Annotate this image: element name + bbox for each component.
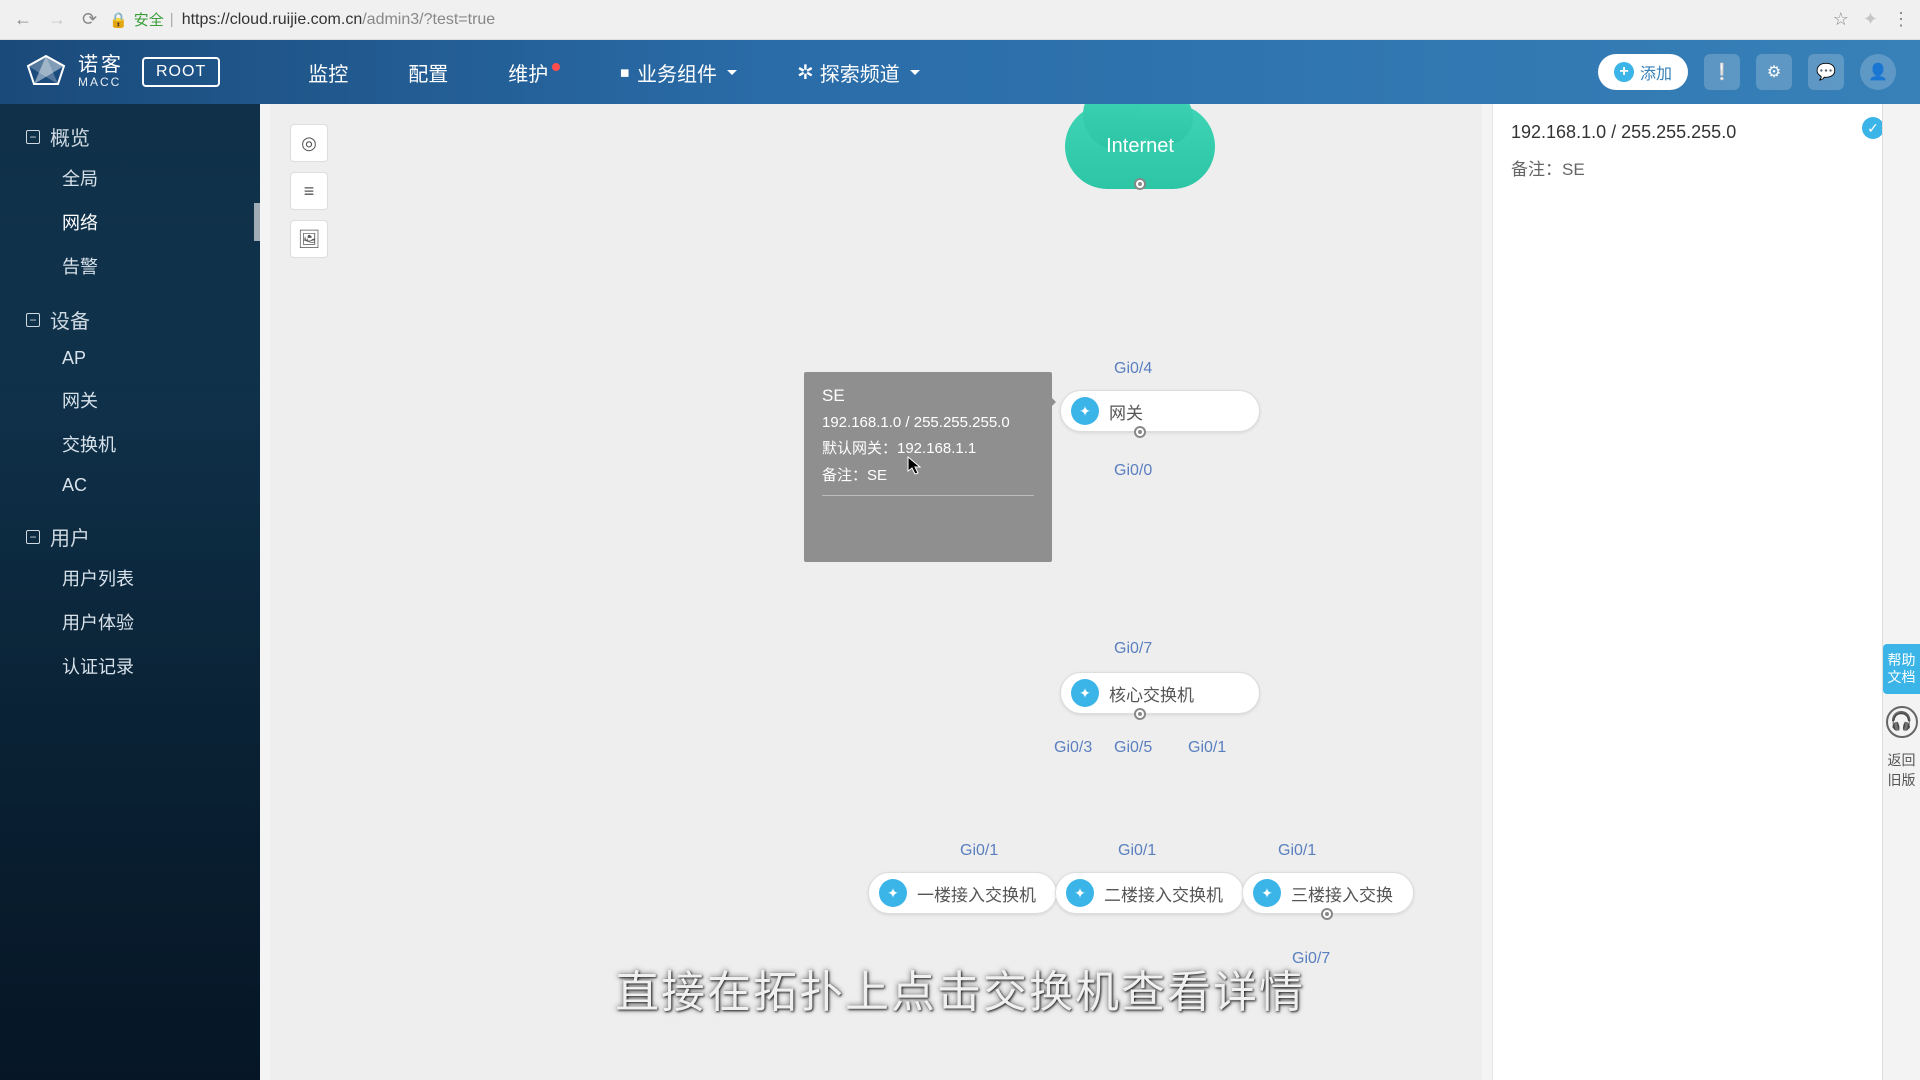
sidebar-item-userlist[interactable]: 用户列表	[62, 565, 260, 591]
topology-lines	[270, 104, 570, 254]
gateway-node[interactable]: ✦网关	[1060, 390, 1260, 432]
tooltip-ip: 192.168.1.0 / 255.255.255.0	[822, 414, 1034, 431]
brand-en: MACC	[78, 76, 124, 89]
port-label: Gi0/1	[1118, 842, 1156, 860]
nav-business[interactable]: ◆业务组件	[620, 58, 737, 87]
plus-icon: +	[1614, 62, 1634, 82]
sidebar-item-ac[interactable]: AC	[62, 475, 260, 496]
diamond-icon: ◆	[616, 62, 636, 82]
back-old-button[interactable]: 返回 旧版	[1883, 744, 1920, 796]
switch1-node[interactable]: ✦一楼接入交换机	[868, 872, 1057, 914]
sidebar-group-title[interactable]: −设备	[26, 305, 260, 334]
node-tooltip: SE 192.168.1.0 / 255.255.255.0 默认网关：192.…	[804, 372, 1052, 562]
url-host: https://cloud.ruijie.com.cn	[182, 11, 363, 28]
nav-explore[interactable]: ✲探索频道	[797, 58, 920, 87]
help-doc-button[interactable]: 帮助 文档	[1883, 644, 1920, 694]
avatar-icon[interactable]: 👤	[1860, 54, 1896, 90]
internet-node[interactable]: Internet	[1065, 104, 1215, 189]
nav-config[interactable]: 配置	[408, 58, 448, 87]
chevron-down-icon	[727, 70, 737, 80]
sidebar-item-switch[interactable]: 交换机	[62, 431, 260, 457]
extension-icon[interactable]: ✦	[1863, 9, 1878, 30]
port-label: Gi0/1	[960, 842, 998, 860]
core-switch-node[interactable]: ✦核心交换机	[1060, 672, 1260, 714]
sidebar-group-title[interactable]: −概览	[26, 122, 260, 151]
add-button[interactable]: +添加	[1598, 54, 1688, 90]
tooltip-gateway: 默认网关：192.168.1.1	[822, 437, 1034, 458]
logo-icon	[24, 54, 68, 90]
chevron-down-icon	[910, 70, 920, 80]
reload-icon[interactable]: ⟳	[78, 9, 101, 30]
port-label: Gi0/7	[1114, 640, 1152, 658]
collapse-icon: −	[26, 530, 40, 544]
nav-maintain[interactable]: 维护	[508, 58, 560, 87]
tooltip-title: SE	[822, 386, 1034, 406]
sidebar-group-overview: −概览 全局 网络 告警	[0, 122, 260, 279]
url-path: /admin3/?test=true	[362, 11, 495, 28]
secure-label: 安全	[134, 9, 164, 30]
tooltip-note: 备注：SE	[822, 464, 1034, 485]
topology-canvas[interactable]: ◎ ≡ 🖼 Internet Gi0/4 ✦网关 Gi0/0 Gi0/7 ✦核心…	[270, 104, 1482, 1080]
workspace: −概览 全局 网络 告警 −设备 AP 网关 交换机 AC −用户 用户列表 用…	[0, 104, 1920, 1080]
collapse-icon: −	[26, 313, 40, 327]
topnav: 诺客 MACC ROOT 监控 配置 维护 ◆业务组件 ✲探索频道 +添加 ❕ …	[0, 40, 1920, 104]
star-icon[interactable]: ☆	[1833, 9, 1849, 30]
support-icon[interactable]	[1886, 706, 1918, 738]
node-connector	[1134, 178, 1146, 190]
switch-icon: ✦	[1253, 879, 1281, 907]
sidebar-item-ap[interactable]: AP	[62, 348, 260, 369]
port-label: Gi0/3	[1054, 739, 1092, 757]
switch-icon: ✦	[1071, 679, 1099, 707]
sidebar-group-user: −用户 用户列表 用户体验 认证记录	[0, 522, 260, 679]
port-label: Gi0/0	[1114, 462, 1152, 480]
menu-icon[interactable]: ⋮	[1892, 9, 1910, 30]
lock-icon: 🔒	[109, 11, 128, 29]
node-connector	[1134, 426, 1146, 438]
nav-monitor[interactable]: 监控	[308, 58, 348, 87]
port-label: Gi0/4	[1114, 360, 1152, 378]
root-badge[interactable]: ROOT	[142, 57, 220, 87]
port-label: Gi0/1	[1188, 739, 1226, 757]
sidebar-item-ux[interactable]: 用户体验	[62, 609, 260, 635]
url-display[interactable]: https://cloud.ruijie.com.cn/admin3/?test…	[182, 11, 1825, 29]
forward-icon[interactable]: →	[44, 9, 70, 30]
back-icon[interactable]: ←	[10, 9, 36, 30]
brand-logo[interactable]: 诺客 MACC	[24, 54, 124, 90]
browser-bar: ← → ⟳ 🔒 安全 | https://cloud.ruijie.com.cn…	[0, 0, 1920, 40]
detail-ip: 192.168.1.0 / 255.255.255.0	[1511, 122, 1884, 143]
switch2-node[interactable]: ✦二楼接入交换机	[1055, 872, 1244, 914]
gear-icon[interactable]: ⚙	[1756, 54, 1792, 90]
sidebar-item-auth[interactable]: 认证记录	[62, 653, 260, 679]
alert-dot-icon	[552, 63, 560, 71]
port-label: Gi0/1	[1278, 842, 1316, 860]
secure-badge: 🔒 安全 |	[109, 9, 174, 30]
node-connector	[1321, 908, 1333, 920]
sidebar-item-gateway[interactable]: 网关	[62, 387, 260, 413]
sidebar-item-global[interactable]: 全局	[62, 165, 260, 191]
port-label: Gi0/5	[1114, 739, 1152, 757]
node-connector	[1134, 708, 1146, 720]
port-label: Gi0/7	[1292, 950, 1330, 968]
alert-icon[interactable]: ❕	[1704, 54, 1740, 90]
compass-icon: ✲	[797, 60, 814, 85]
sidebar-group-device: −设备 AP 网关 交换机 AC	[0, 305, 260, 496]
collapse-icon: −	[26, 130, 40, 144]
brand-cn: 诺客	[78, 55, 124, 76]
detail-panel: 192.168.1.0 / 255.255.255.0 ✓ 备注：SE	[1492, 104, 1902, 1080]
sidebar: −概览 全局 网络 告警 −设备 AP 网关 交换机 AC −用户 用户列表 用…	[0, 104, 260, 1080]
switch-icon: ✦	[879, 879, 907, 907]
chat-icon[interactable]: 💬	[1808, 54, 1844, 90]
canvas-wrap: ◎ ≡ 🖼 Internet Gi0/4 ✦网关 Gi0/0 Gi0/7 ✦核心…	[260, 104, 1920, 1080]
detail-note: 备注：SE	[1511, 155, 1884, 180]
gateway-icon: ✦	[1071, 397, 1099, 425]
right-rail: 帮助 文档 返回 旧版	[1882, 104, 1920, 1080]
check-icon[interactable]: ✓	[1862, 117, 1884, 139]
sidebar-group-title[interactable]: −用户	[26, 522, 260, 551]
cursor-icon	[907, 456, 921, 476]
switch-icon: ✦	[1066, 879, 1094, 907]
sidebar-item-network[interactable]: 网络	[62, 209, 260, 235]
sidebar-item-alert[interactable]: 告警	[62, 253, 260, 279]
